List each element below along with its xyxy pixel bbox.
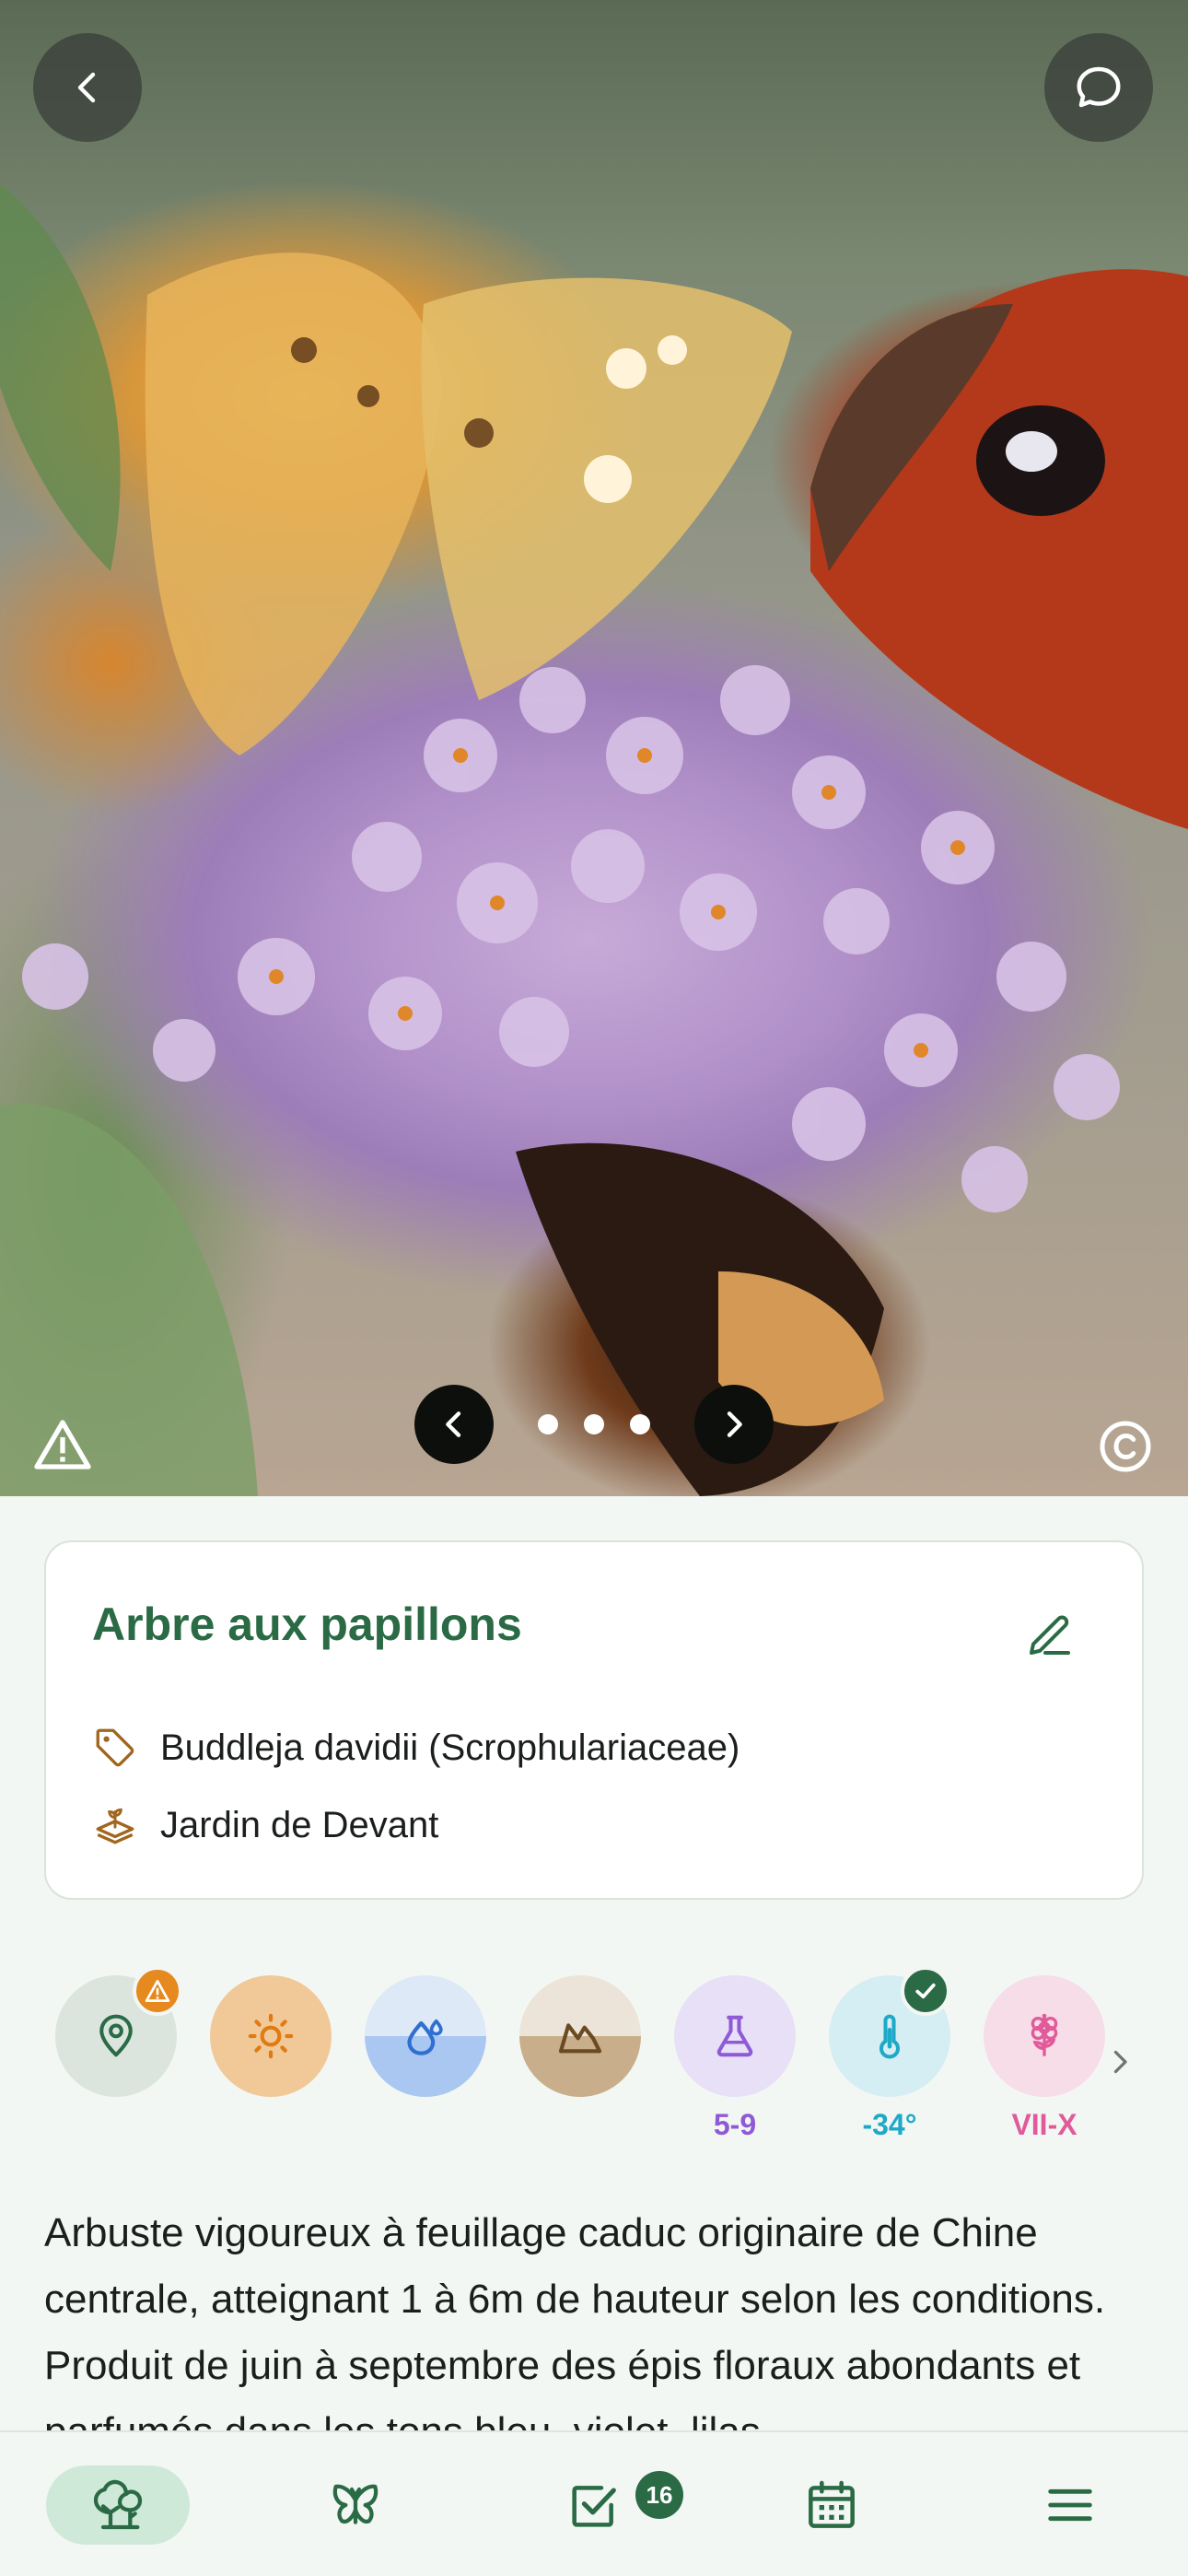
sun-icon [248, 2013, 294, 2059]
soil-icon [558, 2023, 602, 2054]
check-icon [915, 1983, 936, 1999]
sun-exposure-chip[interactable] [210, 1975, 332, 2097]
page-dot[interactable] [538, 1414, 558, 1434]
hamburger-menu-icon [1048, 2488, 1092, 2522]
chevron-left-icon [77, 72, 96, 103]
scientific-name-row: Buddleja davidii (Scrophulariaceae) [92, 1725, 740, 1771]
scientific-name-text: Buddleja davidii (Scrophulariaceae) [160, 1727, 740, 1768]
tasks-count-badge: 16 [635, 2471, 683, 2519]
plant-description: Arbuste vigoureux à feuillage caduc orig… [44, 2210, 1106, 2430]
page-dot[interactable] [584, 1414, 604, 1434]
page-indicator [538, 1414, 650, 1434]
nav-menu[interactable] [998, 2465, 1142, 2545]
butterfly-icon [332, 2484, 379, 2524]
trees-icon [93, 2479, 143, 2530]
thermometer-icon [879, 2014, 901, 2059]
edit-button[interactable] [1022, 1607, 1077, 1667]
comments-button[interactable] [1044, 33, 1153, 142]
watering-chip[interactable] [365, 1975, 486, 2097]
next-photo-button[interactable] [694, 1385, 774, 1464]
page-dot[interactable] [630, 1414, 650, 1434]
flask-icon [716, 2015, 753, 2057]
copyright-icon[interactable] [1098, 1419, 1153, 1474]
tag-icon [96, 1728, 134, 1767]
bottom-navigation: 16 [0, 2430, 1188, 2576]
flower-icon [1031, 2013, 1058, 2056]
ph-label: 5-9 [713, 2108, 757, 2141]
chevron-right-icon[interactable] [1103, 2045, 1136, 2078]
flowering-chip[interactable] [984, 1975, 1105, 2097]
location-text: Jardin de Devant [160, 1804, 439, 1845]
nav-plants[interactable] [46, 2465, 190, 2545]
plant-photo-carousel[interactable] [0, 0, 1188, 1496]
location-pin-icon [99, 2014, 133, 2057]
hardiness-label: -34° [862, 2108, 917, 2141]
plant-photo [0, 184, 1188, 1496]
soil-chip[interactable] [519, 1975, 641, 2097]
plant-characteristics-row: 5-9 -34° VII-X [0, 1966, 1188, 2150]
checkbox-icon [572, 2486, 616, 2527]
plant-info-card: Arbre aux papillons Buddleja davidii (Sc… [44, 1540, 1144, 1900]
flowering-label: VII-X [1011, 2108, 1077, 2141]
water-drop-icon [407, 2019, 443, 2055]
nav-wildlife[interactable] [284, 2465, 427, 2545]
chevron-left-icon [446, 1411, 461, 1437]
chevron-right-icon [727, 1411, 742, 1437]
garden-bed-icon [96, 1808, 134, 1844]
nav-calendar[interactable] [760, 2465, 903, 2545]
pencil-icon [1030, 1615, 1070, 1655]
check-badge [901, 1966, 950, 2016]
ph-chip[interactable] [674, 1975, 796, 2097]
warning-badge [133, 1966, 182, 2016]
report-warning-icon[interactable] [33, 1417, 92, 1472]
plant-common-name: Arbre aux papillons [92, 1598, 522, 1650]
previous-photo-button[interactable] [414, 1385, 494, 1464]
location-row[interactable]: Jardin de Devant [92, 1802, 438, 1848]
chat-bubble-icon [1077, 66, 1121, 108]
warning-icon [145, 1980, 170, 2002]
calendar-icon [809, 2480, 855, 2528]
photo-pager [0, 1385, 1188, 1464]
back-button[interactable] [33, 33, 142, 142]
